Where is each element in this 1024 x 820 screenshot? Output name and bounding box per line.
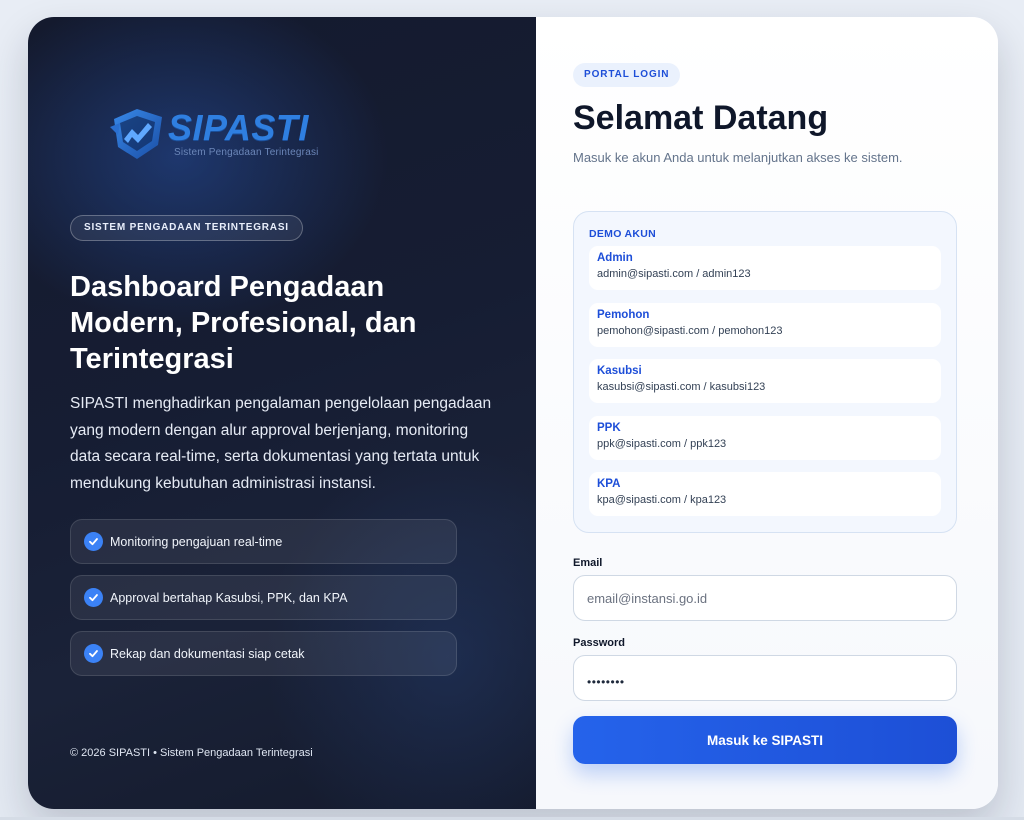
demo-account-credentials: admin@sipasti.com / admin123 xyxy=(597,268,751,280)
demo-account-credentials: kpa@sipasti.com / kpa123 xyxy=(597,494,727,506)
feature-item: Monitoring pengajuan real-time xyxy=(70,519,457,564)
demo-accounts-title: DEMO AKUN xyxy=(589,228,657,240)
email-field[interactable] xyxy=(573,575,957,621)
feature-item: Approval bertahap Kasubsi, PPK, dan KPA xyxy=(70,575,457,620)
email-label: Email xyxy=(573,557,603,569)
demo-account-item: Kasubsi kasubsi@sipasti.com / kasubsi123 xyxy=(589,359,941,403)
demo-account-credentials: kasubsi@sipasti.com / kasubsi123 xyxy=(597,381,766,393)
login-submit-button[interactable]: Masuk ke SIPASTI xyxy=(573,716,957,764)
password-field[interactable] xyxy=(573,655,957,701)
hero-panel: SIPASTI Sistem Pengadaan Terintegrasi SI… xyxy=(28,17,536,809)
login-panel: PORTAL LOGIN Selamat Datang Masuk ke aku… xyxy=(536,17,998,809)
demo-account-credentials: ppk@sipasti.com / ppk123 xyxy=(597,437,727,450)
brand-logo: SIPASTI Sistem Pengadaan Terintegrasi xyxy=(106,105,326,165)
welcome-title: Selamat Datang xyxy=(573,99,829,137)
feature-label: Approval bertahap Kasubsi, PPK, dan KPA xyxy=(110,590,348,605)
demo-account-role: Pemohon xyxy=(597,308,650,321)
logo-emblem-icon xyxy=(110,109,162,159)
demo-account-role: Kasubsi xyxy=(597,365,642,377)
demo-account-role: PPK xyxy=(597,421,621,434)
check-circle-icon xyxy=(84,644,103,663)
demo-account-role: KPA xyxy=(597,478,621,490)
password-label: Password xyxy=(573,637,625,649)
demo-account-item: Pemohon pemohon@sipasti.com / pemohon123 xyxy=(589,302,941,347)
demo-account-item: Admin admin@sipasti.com / admin123 xyxy=(589,246,941,290)
check-circle-icon xyxy=(84,532,103,551)
feature-label: Rekap dan dokumentasi siap cetak xyxy=(110,646,305,661)
check-circle-icon xyxy=(84,588,103,607)
hero-title: Dashboard Pengadaan Modern, Profesional,… xyxy=(70,271,417,375)
demo-account-credentials: pemohon@sipasti.com / pemohon123 xyxy=(597,324,783,337)
feature-item: Rekap dan dokumentasi siap cetak xyxy=(70,631,457,676)
demo-account-role: Admin xyxy=(597,252,633,264)
brand-name: SIPASTI xyxy=(168,107,309,148)
feature-list: Monitoring pengajuan real-time Approval … xyxy=(70,519,457,687)
login-subtitle: Masuk ke akun Anda untuk melanjutkan aks… xyxy=(573,150,903,165)
demo-account-item: KPA kpa@sipasti.com / kpa123 xyxy=(589,472,941,516)
demo-accounts-box: DEMO AKUN Admin admin@sipasti.com / admi… xyxy=(573,211,957,533)
demo-account-item: PPK ppk@sipasti.com / ppk123 xyxy=(589,415,941,460)
password-masked-value: •••••••• xyxy=(587,675,625,689)
system-badge: SISTEM PENGADAAN TERINTEGRASI xyxy=(70,215,303,241)
login-card: SIPASTI Sistem Pengadaan Terintegrasi SI… xyxy=(28,17,998,809)
feature-label: Monitoring pengajuan real-time xyxy=(110,534,283,549)
copyright-text: © 2026 SIPASTI • Sistem Pengadaan Terint… xyxy=(70,747,313,759)
brand-tagline: Sistem Pengadaan Terintegrasi xyxy=(174,147,319,158)
portal-badge: PORTAL LOGIN xyxy=(573,63,681,87)
hero-description: SIPASTI menghadirkan pengalaman pengelol… xyxy=(70,395,492,492)
